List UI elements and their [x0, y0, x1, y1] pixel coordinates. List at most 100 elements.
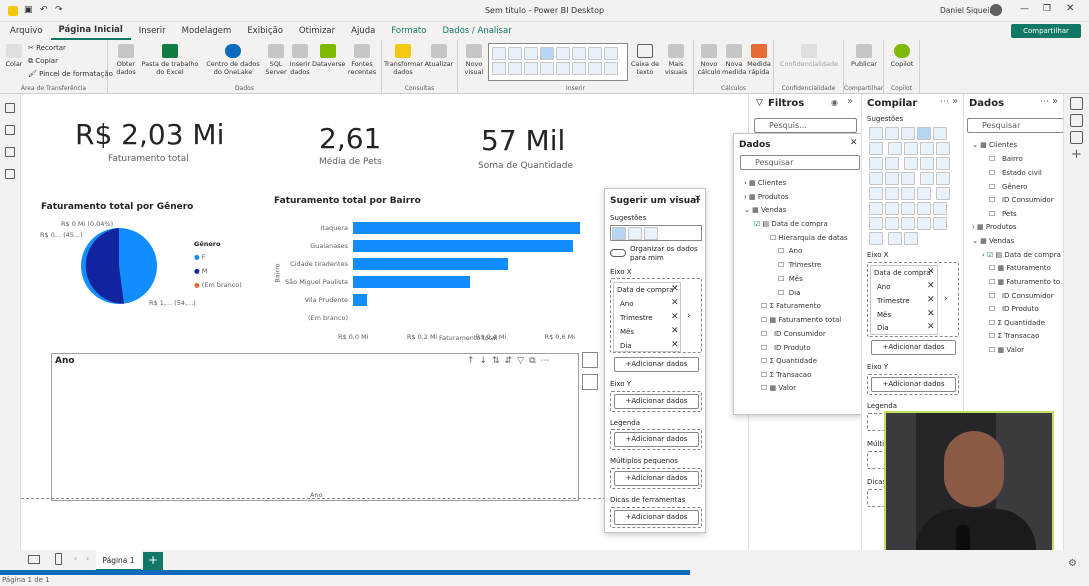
- more-options-icon[interactable]: ⋯: [1040, 97, 1049, 107]
- onelake-button[interactable]: Centro de dados do OneLake: [202, 44, 264, 76]
- remove-field-icon[interactable]: ✕: [927, 322, 935, 332]
- field-dia[interactable]: ☐ Dia: [778, 289, 800, 297]
- remove-field-icon[interactable]: ✕: [927, 267, 935, 277]
- visual-gallery-icon[interactable]: [901, 187, 915, 200]
- field-mes[interactable]: ☐ Mês: [778, 275, 803, 283]
- quick-measure-button[interactable]: Medida rápida: [746, 44, 772, 76]
- x-field[interactable]: Data de compra: [617, 286, 673, 294]
- visual-gallery-icon[interactable]: [885, 157, 899, 170]
- field[interactable]: ☐ ▦ Valor: [989, 346, 1024, 354]
- build-x-field[interactable]: Trimestre: [877, 297, 910, 305]
- refresh-button[interactable]: Atualizar: [422, 44, 456, 68]
- field[interactable]: › ☑ ▤ Data de compra: [982, 251, 1061, 259]
- visual-gallery-icon[interactable]: [917, 187, 931, 200]
- publish-button[interactable]: Publicar: [846, 44, 882, 68]
- field[interactable]: ☐ ID Produto: [989, 305, 1039, 313]
- bar[interactable]: [353, 258, 508, 270]
- data-pane-search[interactable]: Pesquisar: [967, 118, 1064, 133]
- close-icon[interactable]: ✕: [694, 194, 702, 204]
- visual-gallery-icon[interactable]: [540, 47, 554, 60]
- copy-button[interactable]: ⧉ Copiar: [28, 57, 58, 66]
- visual-gallery-icon[interactable]: [869, 217, 883, 230]
- enter-data-button[interactable]: Inserir dados: [288, 44, 312, 76]
- visual-gallery-icon[interactable]: [869, 157, 883, 170]
- minimize-icon[interactable]: —: [1020, 4, 1029, 14]
- visual-gallery-icon[interactable]: [935, 142, 950, 155]
- suggestions-dropdown[interactable]: [610, 225, 702, 241]
- visual-gallery-icon[interactable]: [901, 172, 915, 185]
- field[interactable]: ☐ Estado civil: [989, 169, 1042, 177]
- field[interactable]: ☐ Σ Quantidade: [989, 319, 1045, 327]
- transform-button[interactable]: Transformar dados: [384, 44, 423, 76]
- sql-button[interactable]: SQL Server: [264, 44, 288, 76]
- avatar[interactable]: [990, 4, 1002, 16]
- format-painter-button[interactable]: 🖌 Pincel de formatação: [28, 70, 113, 78]
- textbox-button[interactable]: Caixa de texto: [630, 44, 660, 76]
- table-view-icon[interactable]: [5, 125, 15, 135]
- visual-gallery-icon[interactable]: [935, 157, 950, 170]
- visual-gallery-icon[interactable]: [572, 62, 586, 75]
- data-rail-icon[interactable]: [1070, 131, 1083, 144]
- visual-gallery-icon[interactable]: [869, 127, 883, 140]
- field[interactable]: ☐ Pets: [989, 210, 1017, 218]
- visual-header-icons[interactable]: ↑↓⇅⇵▽⧉⋯: [467, 356, 555, 366]
- x-field[interactable]: Mês: [620, 328, 634, 336]
- recent-sources-button[interactable]: Fontes recentes: [344, 44, 380, 76]
- visual-gallery-icon[interactable]: [887, 142, 902, 155]
- add-data-multiples-button[interactable]: +Adicionar dados: [614, 471, 699, 486]
- build-x-field[interactable]: Data de compra: [874, 269, 930, 277]
- mobile-layout-icon[interactable]: [55, 553, 62, 565]
- visual-gallery-icon[interactable]: [901, 202, 915, 215]
- maximize-icon[interactable]: ❐: [1043, 4, 1051, 14]
- visual-gallery-icon[interactable]: [869, 142, 883, 155]
- organize-toggle[interactable]: [610, 249, 626, 257]
- visual-gallery-icon[interactable]: [887, 232, 902, 245]
- visual-gallery-icon[interactable]: [588, 62, 602, 75]
- add-data-x-button[interactable]: +Adicionar dados: [614, 357, 699, 372]
- visual-gallery-icon[interactable]: [885, 217, 899, 230]
- visual-gallery-icon[interactable]: [556, 62, 570, 75]
- collapse-icon[interactable]: »: [952, 96, 958, 107]
- build-visual-gallery[interactable]: [868, 126, 960, 245]
- filters-search[interactable]: Pesquis...: [754, 118, 857, 133]
- chevron-right-icon[interactable]: ›: [944, 294, 948, 304]
- add-icon[interactable]: +: [1071, 147, 1082, 162]
- field-ano[interactable]: ☐ Ano: [778, 247, 802, 255]
- new-measure-button[interactable]: Nova medida: [722, 44, 746, 76]
- model-view-icon[interactable]: [5, 147, 15, 157]
- field-data-compra[interactable]: ☑ ▤ Data de compra: [754, 220, 828, 228]
- visual-gallery-icon[interactable]: [524, 62, 538, 75]
- visual-gallery-icon[interactable]: [885, 172, 899, 185]
- add-data-tooltips-button[interactable]: +Adicionar dados: [614, 510, 699, 525]
- new-visual-button[interactable]: Novo visual: [460, 44, 488, 76]
- bar[interactable]: [353, 294, 367, 306]
- visual-gallery-icon[interactable]: [917, 217, 931, 230]
- report-view-icon[interactable]: [5, 103, 15, 113]
- table-vendas[interactable]: ⌄ ▦ Vendas: [972, 237, 1014, 245]
- remove-field-icon[interactable]: ✕: [671, 340, 679, 350]
- visual-gallery-icon[interactable]: [508, 62, 522, 75]
- remove-field-icon[interactable]: ✕: [671, 326, 679, 336]
- pie-chart[interactable]: [79, 226, 159, 306]
- next-page-icon[interactable]: ›: [86, 554, 89, 563]
- desktop-layout-icon[interactable]: [28, 555, 40, 564]
- visual-gallery-icon[interactable]: [885, 202, 899, 215]
- menu-otimizar[interactable]: Otimizar: [291, 26, 343, 36]
- table-produtos[interactable]: › ▦ Produtos: [744, 193, 789, 201]
- remove-field-icon[interactable]: ✕: [927, 295, 935, 305]
- field-hierarquia[interactable]: ☐ Hierarquia de datas: [770, 234, 848, 242]
- table-vendas[interactable]: ⌄ ▦ Vendas: [744, 206, 786, 214]
- horizontal-scrollbar[interactable]: [0, 570, 690, 575]
- visual-gallery-icon[interactable]: [492, 47, 506, 60]
- table-clientes[interactable]: › ▦ Clientes: [744, 179, 786, 187]
- visual-gallery-icon[interactable]: [508, 47, 522, 60]
- visual-gallery-icon[interactable]: [604, 62, 618, 75]
- dataverse-button[interactable]: Dataverse: [312, 44, 345, 68]
- build-visual-icon[interactable]: [582, 352, 598, 368]
- copilot-button[interactable]: Copilot: [886, 44, 918, 68]
- field-trimestre[interactable]: ☐ Trimestre: [778, 261, 821, 269]
- menu-arquivo[interactable]: Arquivo: [0, 26, 51, 36]
- remove-field-icon[interactable]: ✕: [671, 312, 679, 322]
- eye-icon[interactable]: ◉: [831, 98, 838, 107]
- more-options-icon[interactable]: ⋯: [940, 97, 949, 107]
